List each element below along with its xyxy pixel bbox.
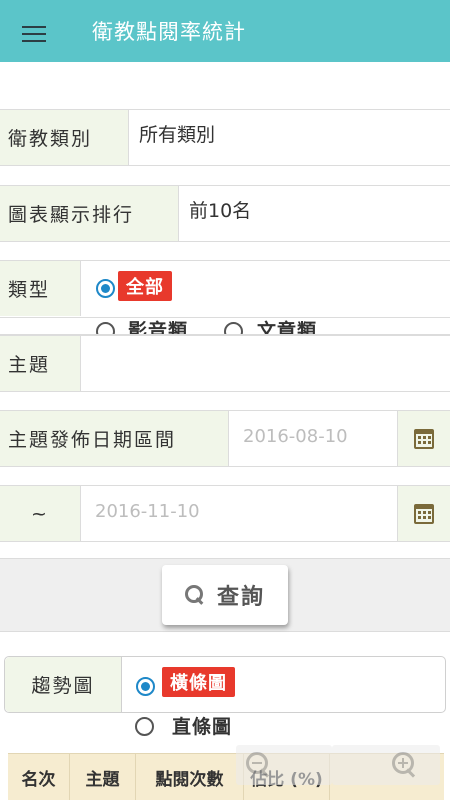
date-to-label: ~ — [0, 486, 81, 541]
search-button-label: 查詢 — [216, 585, 265, 610]
zoom-out-icon — [246, 752, 272, 778]
search-icon — [184, 585, 205, 605]
date-from-row: 主題發佈日期區間 2016-08-10 — [0, 410, 450, 467]
date-to-row: ~ 2016-11-10 — [0, 485, 450, 542]
zoom-in-control[interactable] — [332, 745, 440, 785]
app-bar: 衛教點閱率統計 — [0, 0, 450, 62]
trend-label: 趨勢圖 — [5, 657, 122, 712]
date-to-calendar-button[interactable] — [397, 486, 450, 541]
ranking-select[interactable]: 前10名 — [189, 196, 251, 223]
type-video-option[interactable]: 影音類 — [128, 316, 188, 334]
type-row: 類型 全部 影音類 文章類 — [0, 260, 450, 335]
date-from-calendar-button[interactable] — [397, 411, 450, 466]
date-from-input[interactable]: 2016-08-10 — [243, 426, 348, 447]
category-label: 衛教類別 — [0, 110, 129, 165]
trend-chart-selector: 趨勢圖 橫條圖 — [4, 656, 446, 713]
type-article-option[interactable]: 文章類 — [257, 316, 317, 334]
topic-label: 主題 — [0, 336, 81, 391]
column-header-rank: 名次 — [8, 754, 70, 800]
trend-horizontal-option[interactable]: 橫條圖 — [162, 667, 235, 697]
date-to-input[interactable]: 2016-11-10 — [95, 501, 200, 522]
trend-vertical-radio[interactable] — [135, 717, 154, 736]
category-row: 衛教類別 所有類別 — [0, 109, 450, 166]
date-from-label: 主題發佈日期區間 — [0, 411, 229, 466]
search-area: 查詢 — [0, 558, 450, 632]
zoom-in-icon — [392, 752, 418, 778]
type-row-divider — [0, 317, 450, 318]
search-button[interactable]: 查詢 — [162, 565, 288, 625]
trend-vertical-option[interactable]: 直條圖 — [172, 712, 232, 739]
ranking-row: 圖表顯示排行 前10名 — [0, 185, 450, 242]
type-label: 類型 — [0, 261, 81, 316]
page-title: 衛教點閱率統計 — [92, 20, 246, 44]
ranking-label: 圖表顯示排行 — [0, 186, 179, 241]
zoom-out-control[interactable] — [236, 745, 332, 785]
trend-horizontal-radio[interactable] — [136, 677, 155, 696]
calendar-icon — [414, 503, 434, 524]
type-all-radio[interactable] — [96, 279, 115, 298]
calendar-icon — [414, 428, 434, 449]
topic-row: 主題 — [0, 335, 450, 392]
column-header-topic: 主題 — [70, 754, 136, 800]
menu-icon[interactable] — [22, 26, 48, 46]
type-article-radio[interactable] — [224, 322, 243, 334]
column-header-views: 點閱次數 — [136, 754, 244, 800]
category-select[interactable]: 所有類別 — [139, 120, 215, 147]
type-video-radio[interactable] — [96, 322, 115, 334]
type-all-option[interactable]: 全部 — [118, 271, 172, 301]
